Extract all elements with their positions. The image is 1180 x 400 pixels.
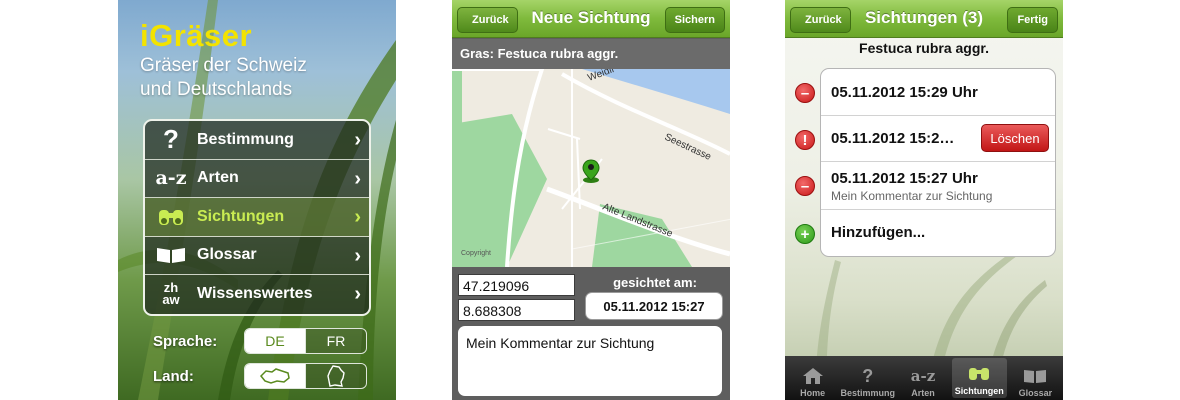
az-icon: a-z bbox=[910, 367, 936, 385]
seen-date-label: gesichtet am: bbox=[613, 275, 697, 290]
home-screen: iGräser Gräser der Schweiz und Deutschla… bbox=[118, 0, 396, 400]
chevron-right-icon: › bbox=[354, 167, 361, 190]
new-sighting-screen: Zurück Neue Sichtung Sichern Gras: Festu… bbox=[452, 0, 730, 400]
add-icon[interactable]: + bbox=[795, 224, 815, 244]
menu-item-label: Sichtungen bbox=[197, 207, 285, 225]
country-option-ch[interactable] bbox=[245, 364, 305, 388]
country-segmented-control bbox=[244, 363, 367, 389]
menu-item-sichtungen[interactable]: Sichtungen › bbox=[145, 198, 369, 237]
tab-arten[interactable]: a-z Arten bbox=[895, 356, 950, 400]
delete-toggle-icon[interactable]: – bbox=[795, 83, 815, 103]
tab-label: Bestimmung bbox=[840, 388, 896, 398]
language-option-fr[interactable]: FR bbox=[305, 329, 366, 353]
app-subtitle-line1: Gräser der Schweiz bbox=[140, 55, 307, 76]
menu-item-bestimmung[interactable]: ? Bestimmung › bbox=[145, 121, 369, 160]
tab-bar: Home ? Bestimmung a-z Arten Sichtungen G… bbox=[785, 356, 1063, 400]
question-icon: ? bbox=[862, 365, 874, 386]
seen-date-button[interactable]: 05.11.2012 15:27 bbox=[585, 292, 723, 320]
country-option-de[interactable] bbox=[305, 364, 366, 388]
navigation-bar: Zurück Sichtungen (3) Fertig bbox=[785, 0, 1063, 38]
app-subtitle: Gräser der Schweiz und Deutschlands bbox=[140, 54, 390, 102]
menu-item-label: Wissenswertes bbox=[197, 285, 313, 303]
sighting-date: 05.11.2012 15:29 Uhr bbox=[831, 84, 978, 101]
chevron-right-icon: › bbox=[354, 206, 361, 228]
map-view[interactable]: Seestrasse Alte Landstrasse Weidli Copyr… bbox=[452, 69, 730, 267]
language-label: Sprache: bbox=[153, 333, 218, 350]
list-item[interactable]: 05.11.2012 15:27 Uhr Mein Kommentar zur … bbox=[821, 162, 1055, 210]
menu-item-wissenswertes[interactable]: zh aw Wissenswertes › bbox=[145, 275, 369, 314]
sightings-list-screen: Zurück Sichtungen (3) Fertig Festuca rub… bbox=[785, 0, 1063, 400]
list-item[interactable]: 05.11.2012 15:2… Löschen bbox=[821, 116, 1055, 162]
app-title: iGräser bbox=[140, 18, 253, 53]
tab-bestimmung[interactable]: ? Bestimmung bbox=[840, 356, 896, 400]
tab-sichtungen[interactable]: Sichtungen bbox=[951, 358, 1007, 398]
country-label: Land: bbox=[153, 368, 194, 385]
menu-item-label: Bestimmung bbox=[197, 130, 294, 148]
binoculars-icon bbox=[967, 362, 991, 386]
delete-toggle-icon[interactable]: – bbox=[795, 176, 815, 196]
chevron-right-icon: › bbox=[354, 129, 361, 151]
menu-item-glossar[interactable]: Glossar › bbox=[145, 237, 369, 275]
navigation-bar: Zurück Neue Sichtung Sichern bbox=[452, 0, 730, 38]
species-heading: Festuca rubra aggr. bbox=[859, 40, 989, 56]
tab-label: Glossar bbox=[1018, 388, 1053, 398]
sightings-list: 05.11.2012 15:29 Uhr 05.11.2012 15:2… Lö… bbox=[820, 68, 1056, 257]
binoculars-icon bbox=[145, 198, 197, 236]
save-button[interactable]: Sichern bbox=[664, 7, 725, 33]
tab-home[interactable]: Home bbox=[785, 356, 840, 400]
tab-label: Home bbox=[800, 388, 826, 398]
switzerland-map-icon bbox=[259, 368, 290, 384]
comment-field[interactable]: Mein Kommentar zur Sichtung bbox=[458, 326, 722, 396]
az-icon: a-z bbox=[155, 167, 187, 190]
chevron-right-icon: › bbox=[354, 283, 361, 305]
zhaw-icon: zh aw bbox=[162, 280, 180, 308]
menu-item-arten[interactable]: a-z Arten › bbox=[145, 160, 369, 198]
tab-label: Sichtungen bbox=[954, 386, 1004, 396]
menu-item-label: Arten bbox=[197, 169, 239, 187]
tab-glossar[interactable]: Glossar bbox=[1008, 356, 1063, 400]
done-button[interactable]: Fertig bbox=[1007, 7, 1058, 33]
tab-label: Arten bbox=[911, 388, 935, 398]
germany-map-icon bbox=[327, 365, 345, 387]
longitude-field[interactable]: 8.688308 bbox=[458, 299, 575, 321]
language-segmented-control: DE FR bbox=[244, 328, 367, 354]
app-subtitle-line2: und Deutschlands bbox=[140, 79, 293, 100]
add-sighting-label: Hinzufügen... bbox=[831, 224, 926, 241]
menu-item-label: Glossar bbox=[197, 246, 257, 264]
map-copyright: Copyright bbox=[461, 250, 491, 257]
book-icon bbox=[145, 237, 197, 275]
add-sighting-row[interactable]: Hinzufügen... bbox=[821, 210, 1055, 256]
latitude-field[interactable]: 47.219096 bbox=[458, 274, 575, 296]
delete-button[interactable]: Löschen bbox=[981, 124, 1049, 152]
language-option-de[interactable]: DE bbox=[245, 329, 305, 353]
delete-confirm-icon[interactable]: ! bbox=[795, 130, 815, 150]
main-menu: ? Bestimmung › a-z Arten › Sichtungen › bbox=[143, 119, 371, 316]
list-item[interactable]: 05.11.2012 15:29 Uhr bbox=[821, 69, 1055, 116]
sighting-comment: Mein Kommentar zur Sichtung bbox=[831, 189, 993, 203]
sighting-date: 05.11.2012 15:27 Uhr bbox=[831, 170, 978, 187]
home-icon bbox=[802, 364, 824, 388]
question-icon: ? bbox=[163, 124, 179, 155]
species-label: Gras: Festuca rubra aggr. bbox=[452, 39, 730, 69]
location-pin-icon[interactable] bbox=[580, 158, 602, 184]
book-icon bbox=[1023, 364, 1047, 388]
chevron-right-icon: › bbox=[354, 244, 361, 267]
